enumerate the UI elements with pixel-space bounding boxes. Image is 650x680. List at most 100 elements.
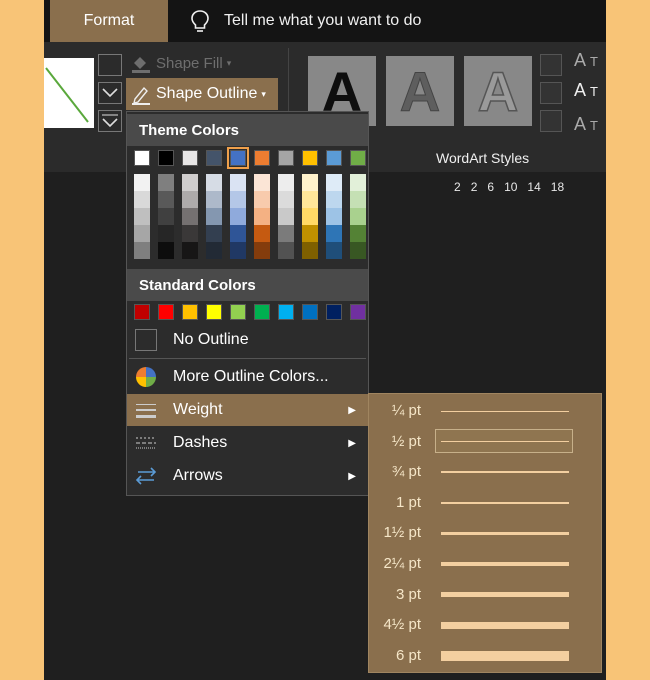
theme-shade-swatch[interactable] (350, 208, 366, 225)
weight-option[interactable]: 6 pt (369, 641, 601, 671)
weight-option[interactable]: 1½ pt (369, 518, 601, 548)
standard-color-swatch[interactable] (326, 304, 342, 320)
theme-shade-swatch[interactable] (302, 208, 318, 225)
text-effects-icon[interactable]: A T (574, 114, 598, 135)
theme-shade-swatch[interactable] (254, 225, 270, 242)
standard-color-swatch[interactable] (278, 304, 294, 320)
weight-option[interactable]: 4½ pt (369, 610, 601, 640)
theme-color-swatch[interactable] (326, 150, 342, 166)
theme-shade-swatch[interactable] (278, 208, 294, 225)
theme-shade-swatch[interactable] (254, 208, 270, 225)
theme-shade-swatch[interactable] (326, 174, 342, 191)
theme-shade-column (206, 174, 222, 259)
standard-color-swatch[interactable] (254, 304, 270, 320)
theme-shade-swatch[interactable] (326, 242, 342, 259)
wordart-more[interactable] (540, 110, 562, 132)
dashes-item[interactable]: Dashes ▶ (127, 427, 368, 459)
wordart-scroll-up[interactable] (540, 54, 562, 76)
theme-shade-swatch[interactable] (182, 174, 198, 191)
theme-shade-swatch[interactable] (302, 174, 318, 191)
weight-option[interactable]: 2¼ pt (369, 549, 601, 579)
weight-option[interactable]: ¼ pt (369, 396, 601, 426)
shape-styles-scroll-up[interactable] (98, 54, 122, 76)
theme-shade-swatch[interactable] (182, 191, 198, 208)
theme-shade-swatch[interactable] (302, 242, 318, 259)
tab-format[interactable]: Format (50, 0, 168, 42)
theme-shade-swatch[interactable] (206, 242, 222, 259)
theme-shade-swatch[interactable] (206, 174, 222, 191)
theme-shade-swatch[interactable] (326, 191, 342, 208)
wordart-style-outline[interactable]: A (464, 56, 532, 126)
theme-shade-swatch[interactable] (326, 225, 342, 242)
theme-shade-swatch[interactable] (182, 225, 198, 242)
theme-shade-swatch[interactable] (206, 191, 222, 208)
shape-outline-button[interactable]: Shape Outline ▾ (126, 78, 278, 110)
theme-shade-swatch[interactable] (158, 225, 174, 242)
theme-color-swatch[interactable] (278, 150, 294, 166)
weight-item[interactable]: Weight ▶ (127, 394, 368, 426)
theme-shade-swatch[interactable] (134, 208, 150, 225)
theme-shade-swatch[interactable] (278, 225, 294, 242)
theme-shade-swatch[interactable] (254, 191, 270, 208)
text-fill-icon[interactable]: A T (574, 50, 598, 71)
text-outline-icon[interactable]: A T (574, 80, 598, 101)
standard-color-swatch[interactable] (206, 304, 222, 320)
theme-color-swatch[interactable] (206, 150, 222, 166)
wordart-style-gray[interactable]: A (386, 56, 454, 126)
theme-color-swatch[interactable] (134, 150, 150, 166)
theme-shade-swatch[interactable] (230, 208, 246, 225)
shape-styles-scroll-down[interactable] (98, 82, 122, 104)
theme-shade-swatch[interactable] (134, 242, 150, 259)
standard-color-swatch[interactable] (230, 304, 246, 320)
theme-shade-swatch[interactable] (182, 242, 198, 259)
theme-shade-swatch[interactable] (182, 208, 198, 225)
theme-shade-swatch[interactable] (158, 208, 174, 225)
theme-shade-swatch[interactable] (350, 225, 366, 242)
theme-shade-swatch[interactable] (134, 225, 150, 242)
theme-shade-swatch[interactable] (134, 191, 150, 208)
theme-shade-swatch[interactable] (206, 208, 222, 225)
theme-shade-swatch[interactable] (350, 174, 366, 191)
weight-option[interactable]: 1 pt (369, 488, 601, 518)
wordart-scroll-down[interactable] (540, 82, 562, 104)
theme-color-swatch[interactable] (302, 150, 318, 166)
weight-option[interactable]: ½ pt (369, 427, 601, 457)
theme-shade-swatch[interactable] (254, 242, 270, 259)
theme-shade-swatch[interactable] (254, 174, 270, 191)
weight-option[interactable]: 3 pt (369, 580, 601, 610)
theme-color-swatch[interactable] (350, 150, 366, 166)
theme-shade-swatch[interactable] (158, 174, 174, 191)
theme-shade-swatch[interactable] (230, 242, 246, 259)
theme-shade-swatch[interactable] (350, 242, 366, 259)
shape-styles-more[interactable] (98, 110, 122, 132)
arrows-item[interactable]: Arrows ▶ (127, 460, 368, 492)
theme-shade-swatch[interactable] (278, 242, 294, 259)
standard-color-swatch[interactable] (134, 304, 150, 320)
theme-shade-swatch[interactable] (206, 225, 222, 242)
theme-shade-swatch[interactable] (158, 191, 174, 208)
standard-color-swatch[interactable] (182, 304, 198, 320)
theme-shade-swatch[interactable] (134, 174, 150, 191)
theme-shade-swatch[interactable] (230, 174, 246, 191)
theme-shade-swatch[interactable] (230, 225, 246, 242)
theme-color-swatch[interactable] (254, 150, 270, 166)
standard-color-swatch[interactable] (350, 304, 366, 320)
theme-shade-swatch[interactable] (326, 208, 342, 225)
no-outline-item[interactable]: No Outline (127, 324, 368, 356)
theme-color-swatch[interactable] (158, 150, 174, 166)
shape-fill-button[interactable]: Shape Fill ▾ (130, 52, 231, 74)
theme-shade-swatch[interactable] (278, 191, 294, 208)
theme-color-swatch[interactable] (182, 150, 198, 166)
theme-shade-swatch[interactable] (158, 242, 174, 259)
theme-shade-swatch[interactable] (278, 174, 294, 191)
weight-option[interactable]: ¾ pt (369, 457, 601, 487)
more-outline-colors-item[interactable]: More Outline Colors... (127, 361, 368, 393)
standard-color-swatch[interactable] (158, 304, 174, 320)
theme-shade-swatch[interactable] (302, 225, 318, 242)
theme-shade-swatch[interactable] (230, 191, 246, 208)
tell-me-search[interactable]: Tell me what you want to do (190, 0, 421, 42)
theme-color-swatch[interactable] (227, 147, 249, 169)
theme-shade-swatch[interactable] (302, 191, 318, 208)
theme-shade-swatch[interactable] (350, 191, 366, 208)
standard-color-swatch[interactable] (302, 304, 318, 320)
